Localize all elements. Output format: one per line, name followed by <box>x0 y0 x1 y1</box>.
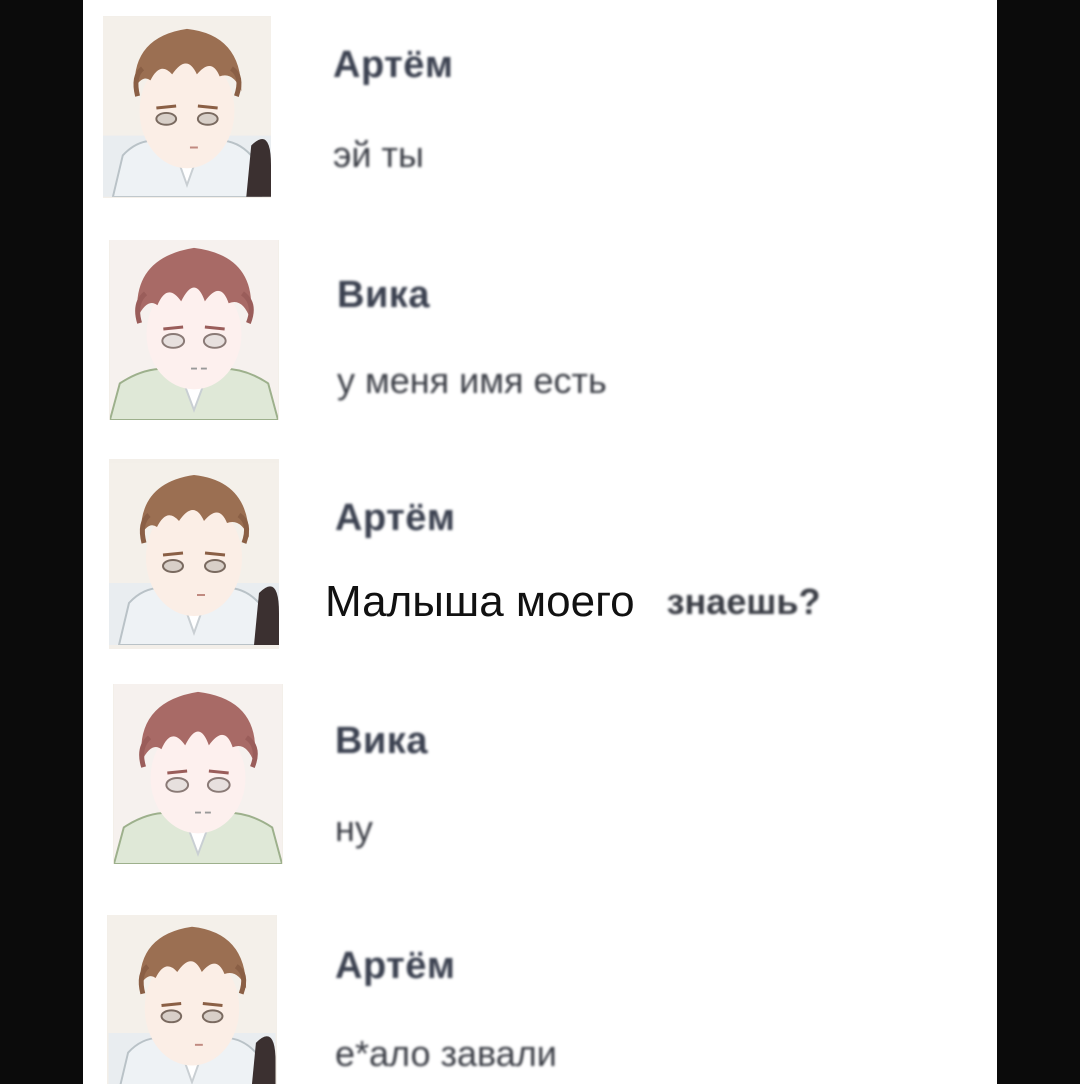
message-text: е*ало завали <box>335 1033 557 1074</box>
edited-message-line: Малыша моего знаешь? <box>295 566 820 638</box>
avatar-vika-icon <box>109 240 279 420</box>
chat-sheet: Артём эй ты Вика у меня имя есть Артём М… <box>83 0 997 1084</box>
message-text: ну <box>335 808 373 849</box>
message-item: Артём е*ало завали <box>83 905 997 1084</box>
sender-name: Вика <box>337 274 430 316</box>
sender-name: Артём <box>335 945 456 987</box>
avatar-artem-icon <box>107 915 277 1084</box>
message-item: Вика ну <box>83 680 997 880</box>
message-text: эй ты <box>333 134 424 175</box>
message-text: знаешь? <box>666 581 821 622</box>
sender-name: Артём <box>333 44 454 86</box>
overlay-caption: Малыша моего <box>295 566 653 638</box>
message-text: у меня имя есть <box>337 360 607 401</box>
avatar-artem-icon <box>103 16 271 198</box>
overlay-text: Малыша моего <box>325 577 635 626</box>
sender-name: Артём <box>335 497 456 539</box>
sender-name: Вика <box>335 720 428 762</box>
message-item: Вика у меня имя есть <box>83 230 997 445</box>
avatar-artem-icon <box>109 459 279 649</box>
message-item: Артём эй ты <box>83 0 997 215</box>
avatar-vika-icon <box>113 684 283 864</box>
